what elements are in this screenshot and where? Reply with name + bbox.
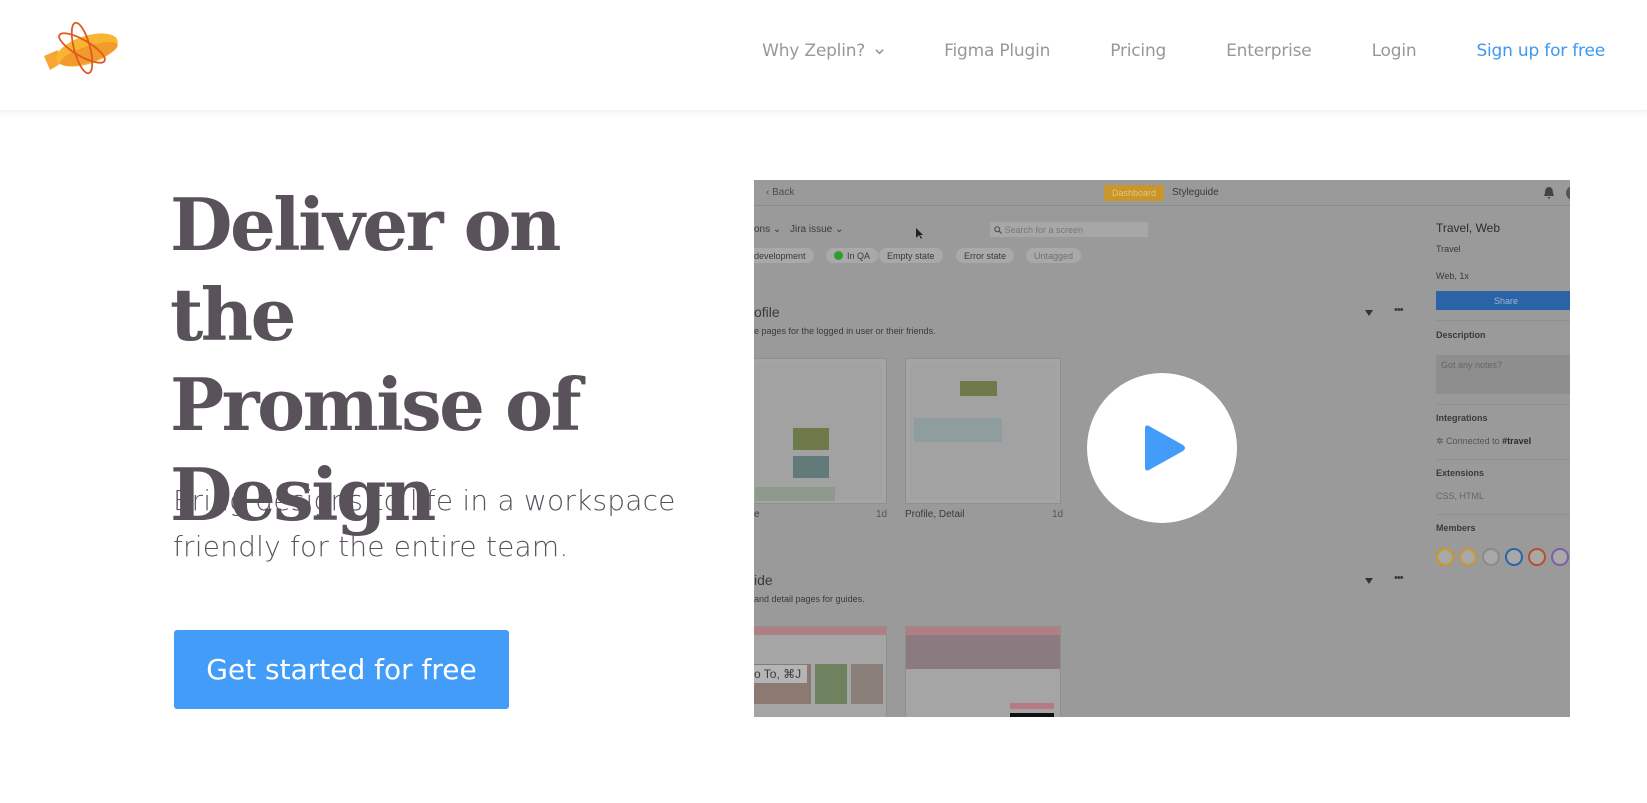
tab-styleguide: Styleguide (1172, 187, 1219, 198)
filter-sections: ons ⌄ (754, 224, 782, 235)
thumbnail-button (1010, 713, 1054, 717)
thumbnail-image (851, 664, 883, 704)
nav-login[interactable]: Login (1372, 41, 1417, 61)
divider (1436, 404, 1570, 405)
screen-thumbnail (754, 358, 887, 504)
integrations-label: Integrations (1436, 413, 1488, 423)
member-avatar (1482, 548, 1500, 566)
section-description: e pages for the logged in user or their … (754, 326, 936, 336)
get-started-button[interactable]: Get started for free (174, 630, 509, 709)
more-icon: ••• (1394, 304, 1404, 316)
tab-dashboard: Dashboard (1104, 185, 1164, 201)
screen-time: 1d (1052, 509, 1064, 520)
screen-preview (910, 363, 1056, 499)
member-avatar (1551, 548, 1569, 566)
search-icon (994, 225, 1002, 234)
nav-why-zeplin-label: Why Zeplin? (762, 41, 866, 61)
screen-thumbnail (905, 626, 1061, 717)
screen-time: 1d (876, 509, 888, 520)
caret-down-icon (1365, 578, 1373, 584)
nav-why-zeplin[interactable]: Why Zeplin? (762, 41, 884, 61)
tag-chip-in-qa: In QA (826, 248, 879, 263)
hero-title-line: Deliver on the (170, 182, 561, 357)
member-avatar (1505, 548, 1523, 566)
main-nav: Why Zeplin? Figma Plugin Pricing Enterpr… (762, 0, 1647, 102)
screen-preview (755, 363, 882, 501)
hero-title-line: Promise of (170, 362, 582, 447)
nav-enterprise[interactable]: Enterprise (1226, 41, 1312, 61)
screen-thumbnail (905, 358, 1061, 504)
back-link: ‹ Back (766, 187, 795, 198)
thumbnail-image (793, 428, 829, 450)
thumbnail-image (793, 456, 829, 478)
members-label: Members (1436, 523, 1476, 533)
panel-subtitle: Travel (1436, 244, 1461, 254)
tag-chip: development (754, 248, 814, 263)
zeplin-logo[interactable] (42, 18, 122, 80)
member-avatar (1459, 548, 1477, 566)
member-avatar (1436, 548, 1454, 566)
divider (1436, 514, 1570, 515)
description-label: Description (1436, 330, 1486, 340)
nav-pricing[interactable]: Pricing (1110, 41, 1166, 61)
slack-icon: ✲ (1436, 436, 1444, 446)
thumbnail-button (1010, 703, 1054, 709)
mouse-cursor-icon (916, 228, 923, 239)
nav-sign-up[interactable]: Sign up for free (1476, 41, 1605, 61)
thumbnail-header (754, 627, 886, 635)
tag-chip: Untagged (1026, 248, 1082, 263)
filter-jira: Jira issue ⌄ (790, 224, 844, 235)
thumbnail-image (906, 635, 1060, 669)
share-button: Share (1436, 291, 1570, 310)
section-description: and detail pages for guides. (754, 594, 865, 604)
screen-name: e (754, 509, 760, 520)
divider (1436, 459, 1570, 460)
integration-text: Connected to (1446, 436, 1500, 446)
play-icon (1145, 425, 1185, 471)
panel-platform: Web, 1x (1436, 271, 1469, 281)
description-field: Got any notes? (1436, 355, 1570, 394)
nav-figma-plugin[interactable]: Figma Plugin (944, 41, 1050, 61)
filter-label: Jira issue (790, 224, 833, 235)
thumbnail-image (960, 381, 997, 396)
extensions-label: Extensions (1436, 468, 1485, 478)
hero-subtitle-line: Bring designs to life in a workspace (173, 484, 676, 517)
play-button[interactable] (1087, 373, 1237, 523)
user-avatar (1566, 186, 1570, 200)
integration-status: ✲ Connected to #travel (1436, 436, 1531, 447)
tag-chip: Empty state (879, 248, 943, 263)
tag-chip: Error state (956, 248, 1015, 263)
caret-down-icon (1365, 310, 1373, 316)
screen-search-input: Search for a screen (990, 222, 1148, 237)
status-dot (834, 251, 843, 260)
more-icon: ••• (1394, 572, 1404, 584)
hero-subtitle: Bring designs to life in a workspace fri… (173, 478, 693, 570)
divider (1436, 320, 1570, 321)
panel-title: Travel, Web (1436, 221, 1501, 235)
extensions-value: CSS, HTML (1436, 491, 1485, 501)
filter-label: ons (754, 224, 771, 235)
zeplin-blimp-icon (44, 21, 118, 75)
screen-name: Profile, Detail (905, 509, 965, 520)
tag-label: In QA (847, 250, 871, 261)
shortcut-hint: o To, ⌘J (754, 665, 808, 683)
chevron-down-icon (875, 48, 884, 54)
integration-channel: #travel (1502, 436, 1532, 446)
member-avatar (1528, 548, 1546, 566)
hero-subtitle-line: friendly for the entire team. (173, 530, 569, 563)
section-title: ide (754, 572, 773, 588)
app-topbar: ‹ Back Dashboard Styleguide (754, 180, 1570, 206)
product-video[interactable]: ‹ Back Dashboard Styleguide ons ⌄ Jira i… (754, 180, 1570, 717)
section-title: ofile (754, 304, 780, 320)
thumbnail-map (914, 418, 1002, 442)
bell-icon (1544, 187, 1554, 199)
thumbnail-image (815, 664, 847, 704)
thumbnail-header (906, 627, 1060, 635)
search-placeholder: Search for a screen (1004, 224, 1084, 235)
back-label: Back (772, 187, 795, 198)
thumbnail-map (755, 487, 835, 501)
site-header: Why Zeplin? Figma Plugin Pricing Enterpr… (0, 0, 1647, 111)
